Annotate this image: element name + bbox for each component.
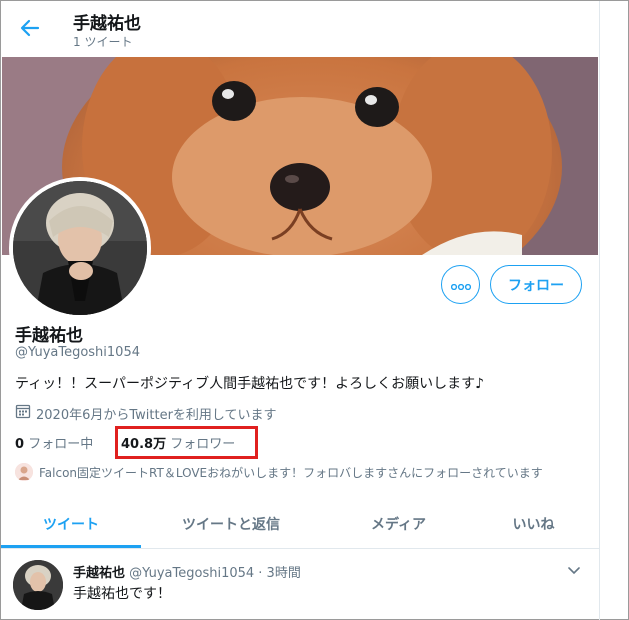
tweet-item[interactable]: 手越祐也 @YuyaTegoshi1054 · 3時間 手越祐也です！ xyxy=(1,550,599,620)
active-tab-indicator xyxy=(1,545,141,548)
profile-avatar[interactable] xyxy=(9,177,151,319)
header-tweet-count: 1 ツイート xyxy=(73,35,133,49)
chevron-down-icon[interactable] xyxy=(565,562,583,580)
tab-tweets-and-replies[interactable]: ツイートと返信 xyxy=(151,499,311,549)
following-count: 0 xyxy=(15,437,25,452)
more-dots-icon xyxy=(450,275,471,294)
profile-tabs: ツイート ツイートと返信 メディア いいね xyxy=(1,499,599,549)
joined-text: 2020年6月からTwitterを利用しています xyxy=(36,407,277,423)
tweet-meta: @YuyaTegoshi1054 · 3時間 xyxy=(129,566,301,581)
tweet-text: 手越祐也です！ xyxy=(73,586,171,602)
follower-avatar-icon xyxy=(15,463,33,481)
calendar-icon xyxy=(15,403,31,423)
joined-date: 2020年6月からTwitterを利用しています xyxy=(15,403,277,423)
column-divider xyxy=(599,1,600,620)
more-options-button[interactable] xyxy=(441,265,480,304)
tweet-avatar[interactable] xyxy=(13,560,63,610)
tweet-header: 手越祐也 @YuyaTegoshi1054 · 3時間 xyxy=(73,562,301,581)
tweet-author-name[interactable]: 手越祐也 xyxy=(73,566,125,581)
following-label: フォロー中 xyxy=(28,437,94,452)
top-header: 手越祐也 1 ツイート xyxy=(1,1,599,57)
tab-likes[interactable]: いいね xyxy=(471,499,596,549)
following-link[interactable]: 0 フォロー中 xyxy=(15,433,93,452)
header-title: 手越祐也 xyxy=(73,14,141,34)
profile-page: 手越祐也 1 ツイート フォロー 手越祐也 @YuyaTegoshi1054 テ… xyxy=(0,0,629,620)
followers-highlight-box xyxy=(115,426,258,459)
tab-media[interactable]: メディア xyxy=(331,499,466,549)
avatar-image xyxy=(13,181,147,315)
tab-tweets[interactable]: ツイート xyxy=(1,499,141,549)
follow-button[interactable]: フォロー xyxy=(490,265,582,304)
followed-by[interactable]: Falcon固定ツイートRT＆LOVEおねがいします！フォロバしますさんにフォロ… xyxy=(15,463,543,481)
followed-by-text: Falcon固定ツイートRT＆LOVEおねがいします！フォロバしますさんにフォロ… xyxy=(39,465,543,480)
profile-handle: @YuyaTegoshi1054 xyxy=(15,345,140,360)
profile-display-name: 手越祐也 xyxy=(15,326,83,346)
profile-bio: ティッ！！スーパーポジティブ人間手越祐也です！よろしくお願いします♪ xyxy=(15,376,485,392)
back-arrow-icon[interactable] xyxy=(15,13,45,43)
